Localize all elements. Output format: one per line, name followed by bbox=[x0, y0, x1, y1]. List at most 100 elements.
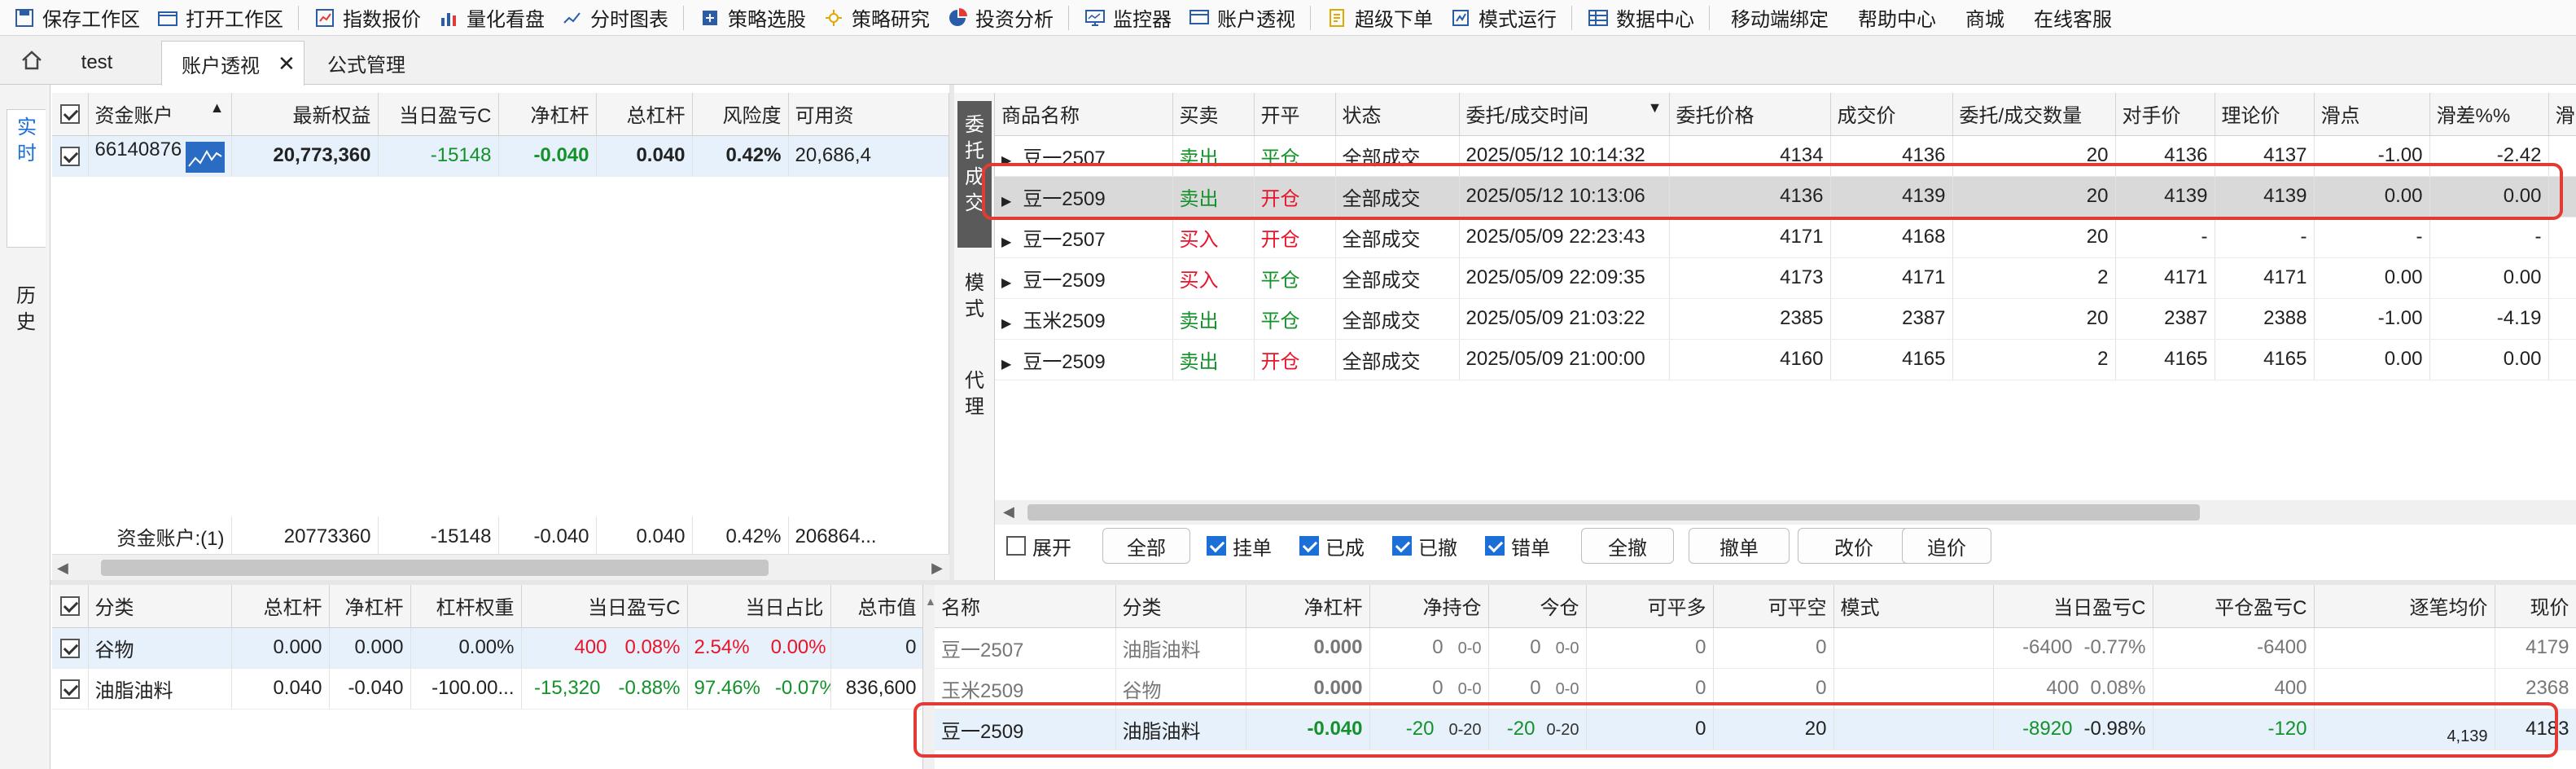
expand-icon[interactable]: ▶ bbox=[1001, 317, 1011, 331]
col-category[interactable]: 分类 bbox=[1115, 585, 1246, 628]
sparkline-icon[interactable] bbox=[185, 142, 225, 173]
scroll-right-icon[interactable]: ▶ bbox=[931, 560, 943, 577]
col-open-close[interactable]: 开平 bbox=[1254, 93, 1336, 136]
filter-pending[interactable]: 挂单 bbox=[1207, 528, 1272, 564]
filter-error[interactable]: 错单 bbox=[1485, 528, 1550, 564]
super-order-button[interactable]: 超级下单 bbox=[1317, 2, 1441, 34]
col-time[interactable]: 委托/成交时间 ▼ bbox=[1459, 93, 1670, 136]
scroll-thumb[interactable] bbox=[101, 560, 769, 576]
side-tab-agent[interactable]: 代理 bbox=[957, 354, 992, 443]
tab-test[interactable]: test bbox=[55, 41, 138, 85]
account-view-button[interactable]: 账户透视 bbox=[1180, 2, 1303, 34]
col-theory-price[interactable]: 理论价 bbox=[2215, 93, 2315, 136]
col-account[interactable]: 资金账户 ▲ bbox=[88, 93, 232, 136]
col-status[interactable]: 状态 bbox=[1335, 93, 1460, 136]
open-workspace-button[interactable]: 打开工作区 bbox=[148, 2, 291, 34]
tab-formula-manage[interactable]: 公式管理 bbox=[309, 41, 423, 85]
cancel-all-button[interactable]: 全撤 bbox=[1581, 528, 1674, 564]
category-row[interactable]: 谷物 0.000 0.000 0.00% 400 0.08% 2.54% 0.00%… bbox=[52, 627, 922, 669]
help-center-button[interactable]: 帮助中心 bbox=[1843, 2, 1951, 34]
col-order-price[interactable]: 委托价格 bbox=[1669, 93, 1831, 136]
col-quantity[interactable]: 委托/成交数量 bbox=[1952, 93, 2116, 136]
col-total-leverage[interactable]: 总杠杆 bbox=[596, 93, 693, 136]
col-pnl[interactable]: 当日盈亏C bbox=[1993, 585, 2153, 628]
side-tab-history[interactable]: 历史 bbox=[7, 272, 46, 370]
col-side[interactable]: 买卖 bbox=[1172, 93, 1255, 136]
side-tab-realtime[interactable]: 实时 bbox=[7, 109, 46, 248]
investment-analysis-button[interactable]: 投资分析 bbox=[938, 2, 1062, 34]
col-close-pnl[interactable]: 平仓盈亏C bbox=[2153, 585, 2315, 628]
col-today-position[interactable]: 今仓 bbox=[1488, 585, 1587, 628]
category-row[interactable]: 油脂油料 0.040 -0.040 -100.00... -15,320 -0.8… bbox=[52, 668, 922, 710]
save-workspace-button[interactable]: 保存工作区 bbox=[5, 2, 148, 34]
col-equity[interactable]: 最新权益 bbox=[231, 93, 379, 136]
store-button[interactable]: 商城 bbox=[1951, 2, 2019, 34]
col-product[interactable]: 商品名称 bbox=[995, 93, 1173, 136]
col-net-leverage[interactable]: 净杠杆 bbox=[498, 93, 597, 136]
order-row[interactable]: ▶ 豆一2507 买入 开仓 全部成交 2025/05/09 22:23:43 4… bbox=[995, 217, 2576, 258]
col-slippage-pct[interactable]: 滑差%% bbox=[2429, 93, 2549, 136]
col-slippage[interactable]: 滑点 bbox=[2314, 93, 2430, 136]
monitor-button[interactable]: 监控器 bbox=[1076, 2, 1180, 34]
chase-price-button[interactable]: 追价 bbox=[1902, 528, 1991, 564]
col-category[interactable]: 分类 bbox=[88, 585, 232, 628]
row-checkbox[interactable] bbox=[52, 668, 89, 710]
col-net-leverage[interactable]: 净杠杆 bbox=[329, 585, 411, 628]
cancel-order-button[interactable]: 撤单 bbox=[1689, 528, 1790, 564]
filter-cancelled[interactable]: 已撤 bbox=[1392, 528, 1457, 564]
col-fill-price[interactable]: 成交价 bbox=[1830, 93, 1953, 136]
modify-price-button[interactable]: 改价 bbox=[1798, 528, 1910, 564]
tab-account-view[interactable]: 账户透视 ✕ bbox=[161, 41, 304, 86]
expand-toggle[interactable]: 展开 bbox=[1006, 528, 1071, 564]
col-avg-price[interactable]: 逐笔均价 bbox=[2314, 585, 2495, 628]
order-row[interactable]: ▶ 玉米2509 卖出 平仓 全部成交 2025/05/09 21:03:22 2… bbox=[995, 298, 2576, 340]
strategy-research-button[interactable]: 策略研究 bbox=[814, 2, 938, 34]
filter-all-button[interactable]: 全部 bbox=[1102, 528, 1190, 564]
strategy-select-button[interactable]: 策略选股 bbox=[690, 2, 814, 34]
col-net-position[interactable]: 净持仓 bbox=[1369, 585, 1489, 628]
scroll-left-icon[interactable]: ◀ bbox=[1003, 503, 1014, 521]
scroll-left-icon[interactable]: ◀ bbox=[57, 560, 68, 577]
row-checkbox[interactable] bbox=[52, 627, 89, 669]
accounts-hscrollbar[interactable]: ◀ ▶ bbox=[52, 554, 949, 580]
expand-icon[interactable]: ▶ bbox=[1001, 235, 1011, 249]
timeshare-chart-button[interactable]: 分时图表 bbox=[553, 2, 677, 34]
close-icon[interactable]: ✕ bbox=[278, 51, 296, 77]
online-support-button[interactable]: 在线客服 bbox=[2019, 2, 2127, 34]
col-pnl[interactable]: 当日盈亏C bbox=[378, 93, 499, 136]
data-center-button[interactable]: 数据中心 bbox=[1579, 2, 1702, 34]
col-closable-short[interactable]: 可平空 bbox=[1713, 585, 1834, 628]
col-total-leverage[interactable]: 总杠杆 bbox=[231, 585, 330, 628]
col-net-leverage[interactable]: 净杠杆 bbox=[1246, 585, 1370, 628]
col-pnl[interactable]: 当日盈亏C bbox=[521, 585, 688, 628]
order-row[interactable]: ▶ 豆一2509 卖出 开仓 全部成交 2025/05/09 21:00:00 4… bbox=[995, 339, 2576, 380]
expand-icon[interactable]: ▶ bbox=[1001, 358, 1011, 371]
col-share[interactable]: 当日占比 bbox=[687, 585, 831, 628]
scroll-up-icon[interactable]: ▲ bbox=[925, 595, 936, 614]
select-all-checkbox[interactable] bbox=[52, 585, 89, 628]
col-counter-price[interactable]: 对手价 bbox=[2115, 93, 2215, 136]
order-row[interactable]: ▶ 豆一2509 买入 平仓 全部成交 2025/05/09 22:09:35 4… bbox=[995, 257, 2576, 299]
col-last-price[interactable]: 现价 bbox=[2495, 585, 2576, 628]
account-row[interactable]: 66140876 20,773,360 -15148 -0.040 0.040 … bbox=[52, 135, 948, 177]
col-mode[interactable]: 模式 bbox=[1833, 585, 1994, 628]
col-closable-long[interactable]: 可平多 bbox=[1586, 585, 1714, 628]
scroll-thumb[interactable] bbox=[1027, 504, 2200, 521]
col-name[interactable]: 名称 bbox=[935, 585, 1116, 628]
col-risk[interactable]: 风险度 bbox=[692, 93, 789, 136]
col-available[interactable]: 可用资 bbox=[788, 93, 948, 136]
filter-filled[interactable]: 已成 bbox=[1299, 528, 1365, 564]
expand-icon[interactable]: ▶ bbox=[1001, 276, 1011, 290]
position-row[interactable]: 豆一2507 油脂油料 0.000 0 0-0 0 0-0 0 0 -6400 -0.… bbox=[935, 627, 2576, 669]
col-market-value[interactable]: 总市值 bbox=[830, 585, 922, 628]
tab-home[interactable] bbox=[15, 41, 49, 85]
col-leverage-weight[interactable]: 杠杆权重 bbox=[410, 585, 522, 628]
mobile-bind-button[interactable]: 移动端绑定 bbox=[1716, 2, 1843, 34]
quant-board-button[interactable]: 量化看盘 bbox=[429, 2, 553, 34]
select-all-checkbox[interactable] bbox=[52, 93, 89, 136]
col-more[interactable]: 滑 bbox=[2548, 93, 2576, 136]
index-quote-button[interactable]: 指数报价 bbox=[305, 2, 429, 34]
mode-run-button[interactable]: 模式运行 bbox=[1441, 2, 1565, 34]
row-checkbox[interactable] bbox=[52, 135, 89, 177]
orders-hscrollbar[interactable]: ◀ bbox=[995, 500, 2576, 525]
